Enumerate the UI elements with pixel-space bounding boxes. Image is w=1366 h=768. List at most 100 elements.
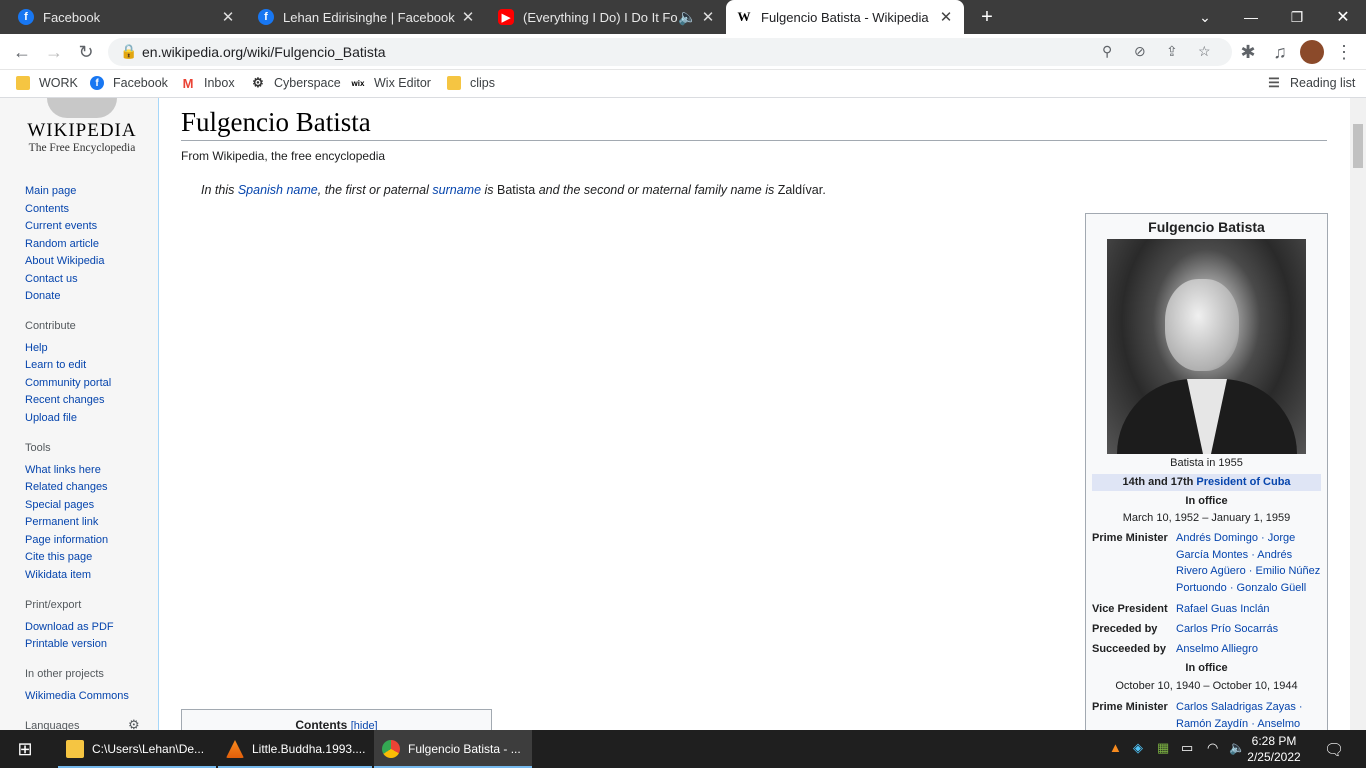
taskbar-label: Little.Buddha.1993.... [252,742,366,756]
link-surname[interactable]: surname [432,183,481,197]
speaker-icon[interactable]: 🔈 [678,8,697,26]
succeeded-label: Succeeded by [1092,643,1166,655]
nav-recent-changes[interactable]: Recent changes [25,394,105,406]
nav-donate[interactable]: Donate [25,290,60,302]
lock-icon[interactable]: 🔒 [120,43,137,60]
minimize-icon[interactable]: — [1228,0,1274,34]
tab-wikipedia[interactable]: W Fulgencio Batista - Wikipedia ✕ [726,0,964,34]
tab-lehan-facebook[interactable]: f Lehan Edirisinghe | Facebook ✕ [248,0,486,34]
tab-youtube[interactable]: ▶ (Everything I Do) I Do It For Y 🔈 ✕ [488,0,726,34]
succeeded-link[interactable]: Anselmo Alliegro [1176,641,1326,658]
app-tray-icon[interactable]: ▦ [1157,740,1169,756]
media-control-icon[interactable]: ♫ [1268,40,1292,64]
wifi-icon[interactable]: ◠ [1207,740,1218,756]
network-app-icon[interactable]: ◈ [1133,740,1143,756]
bookmark-star-icon[interactable]: ☆ [1198,43,1211,60]
close-icon[interactable]: ✕ [460,8,476,26]
pm-label: Prime Minister [1092,701,1168,713]
bookmark-cyberspace[interactable]: ⚙ Cyberspace [251,75,341,90]
preceded-link[interactable]: Carlos Prío Socarrás [1176,621,1326,638]
nav-related-changes[interactable]: Related changes [25,481,108,493]
close-window-icon[interactable]: ✕ [1320,0,1366,34]
gear-icon[interactable]: ⚙ [128,717,140,730]
nav-contact[interactable]: Contact us [25,273,78,285]
address-bar[interactable]: 🔒 en.wikipedia.org/wiki/Fulgencio_Batist… [108,38,1232,66]
taskbar-label: C:\Users\Lehan\De... [92,742,205,756]
toc-hide-link[interactable]: [hide] [351,720,378,730]
nav-current-events[interactable]: Current events [25,220,97,232]
nav-community-portal[interactable]: Community portal [25,377,111,389]
restore-icon[interactable]: ❐ [1274,0,1320,34]
bookmark-work[interactable]: WORK [16,76,78,90]
reading-list-button[interactable]: ☰ Reading list [1267,75,1355,90]
hatnote-text: is [481,183,498,197]
bookmark-wix[interactable]: wix Wix Editor [351,76,431,90]
nav-permanent-link[interactable]: Permanent link [25,516,98,528]
tools-heading: Tools [25,442,51,454]
scrollbar-thumb[interactable] [1353,124,1363,168]
new-tab-button[interactable]: + [964,0,1010,34]
pm-list[interactable]: Andrés Domingo · Jorge García Montes · A… [1176,530,1326,596]
windows-start-icon[interactable]: ⊞ [0,730,50,768]
nav-random-article[interactable]: Random article [25,238,99,250]
reading-list-icon: ☰ [1268,75,1280,90]
taskbar-vlc[interactable]: Little.Buddha.1993.... [218,730,372,768]
url-text[interactable]: en.wikipedia.org/wiki/Fulgencio_Batista [142,44,386,60]
batista-photo[interactable] [1107,239,1306,454]
notifications-icon[interactable]: 🗨 [1324,740,1344,760]
back-icon[interactable]: ← [10,40,34,64]
nav-about[interactable]: About Wikipedia [25,255,105,267]
hatnote-text: and the second or maternal family name i… [535,183,778,197]
bookmark-facebook[interactable]: f Facebook [90,76,168,90]
photo-face [1165,279,1239,371]
nav-main-page[interactable]: Main page [25,185,76,197]
nav-learn-to-edit[interactable]: Learn to edit [25,359,86,371]
reload-icon[interactable]: ↻ [74,40,98,64]
battery-icon[interactable]: ▭ [1181,740,1193,756]
folder-icon [16,76,30,90]
eye-off-icon[interactable]: ⊘ [1134,43,1146,60]
cyberspace-icon: ⚙ [252,75,264,90]
nav-upload-file[interactable]: Upload file [25,412,77,424]
office-header: 14th and 17th President of Cuba [1092,474,1321,491]
bookmark-label: Wix Editor [374,76,431,90]
link-spanish-name[interactable]: Spanish name [238,183,318,197]
forward-icon[interactable]: → [42,40,66,64]
nav-download-pdf[interactable]: Download as PDF [25,621,114,633]
tab-facebook[interactable]: f Facebook ✕ [8,0,246,34]
nav-help[interactable]: Help [25,342,48,354]
hatnote-text: Batista [497,183,536,197]
menu-icon[interactable]: ⋮ [1332,40,1356,64]
nav-contents[interactable]: Contents [25,203,69,215]
facebook-icon: f [90,76,104,90]
zoom-icon[interactable]: ⚲ [1102,43,1112,60]
nav-what-links-here[interactable]: What links here [25,464,101,476]
tab-search-icon[interactable]: ⌄ [1182,0,1228,34]
vlc-tray-icon[interactable]: ▲ [1109,740,1122,755]
vp-link[interactable]: Rafael Guas Inclán [1176,601,1326,618]
nav-cite-this-page[interactable]: Cite this page [25,551,92,563]
nav-wikidata-item[interactable]: Wikidata item [25,569,91,581]
link-president-of-cuba[interactable]: President of Cuba [1196,476,1290,488]
wikipedia-logo[interactable]: WIKIPEDIA The Free Encyclopedia [22,98,142,154]
toc-title: Contents [295,718,348,730]
pm-list[interactable]: Carlos Saladrigas Zayas · Ramón Zaydín ·… [1176,699,1326,730]
nav-printable-version[interactable]: Printable version [25,638,107,650]
close-icon[interactable]: ✕ [700,8,716,26]
nav-wikimedia-commons[interactable]: Wikimedia Commons [25,690,129,702]
extensions-icon[interactable]: ✱ [1236,40,1260,64]
nav-page-information[interactable]: Page information [25,534,108,546]
close-icon[interactable]: ✕ [938,8,954,26]
page-scrollbar[interactable] [1350,98,1366,730]
preceded-label: Preceded by [1092,623,1158,635]
taskbar-explorer[interactable]: C:\Users\Lehan\De... [58,730,216,768]
avatar[interactable] [1300,40,1324,64]
system-clock[interactable]: 6:28 PM 2/25/2022 [1240,733,1308,765]
taskbar-chrome[interactable]: Fulgencio Batista - ... [374,730,532,768]
bookmark-clips[interactable]: clips [447,76,495,90]
close-icon[interactable]: ✕ [220,8,236,26]
facebook-icon: f [258,9,274,25]
share-icon[interactable]: ⇪ [1166,43,1178,60]
nav-special-pages[interactable]: Special pages [25,499,94,511]
bookmark-inbox[interactable]: M Inbox [181,76,235,91]
